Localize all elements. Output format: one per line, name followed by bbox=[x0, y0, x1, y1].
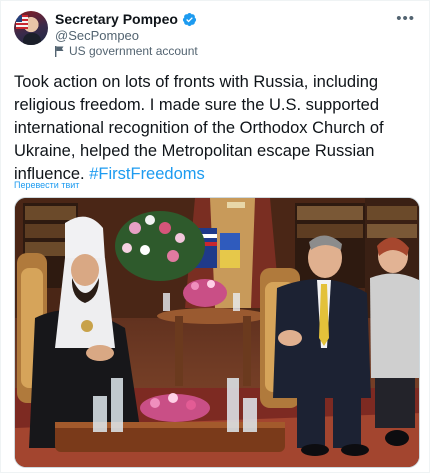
tweet-text: Took action on lots of fronts with Russi… bbox=[14, 71, 422, 186]
government-flag-icon bbox=[55, 45, 64, 57]
author-name-row: Secretary Pompeo bbox=[55, 11, 197, 27]
more-options-icon[interactable]: ••• bbox=[396, 10, 415, 27]
avatar-figure bbox=[23, 33, 41, 45]
author-display-name[interactable]: Secretary Pompeo bbox=[55, 11, 178, 27]
photo-illustration bbox=[15, 198, 419, 467]
hashtag-link[interactable]: #FirstFreedoms bbox=[89, 165, 205, 183]
avatar-flag bbox=[16, 15, 28, 29]
author-handle[interactable]: @SecPompeo bbox=[55, 28, 139, 43]
avatar[interactable] bbox=[14, 11, 48, 45]
tweet-card[interactable]: Secretary Pompeo @SecPompeo US governmen… bbox=[0, 0, 430, 473]
government-label-row[interactable]: US government account bbox=[55, 44, 198, 58]
tweet-photo[interactable] bbox=[14, 197, 420, 468]
translate-link[interactable]: Перевести твит bbox=[14, 180, 79, 190]
government-label: US government account bbox=[69, 44, 198, 58]
verified-badge-icon bbox=[182, 12, 197, 26]
